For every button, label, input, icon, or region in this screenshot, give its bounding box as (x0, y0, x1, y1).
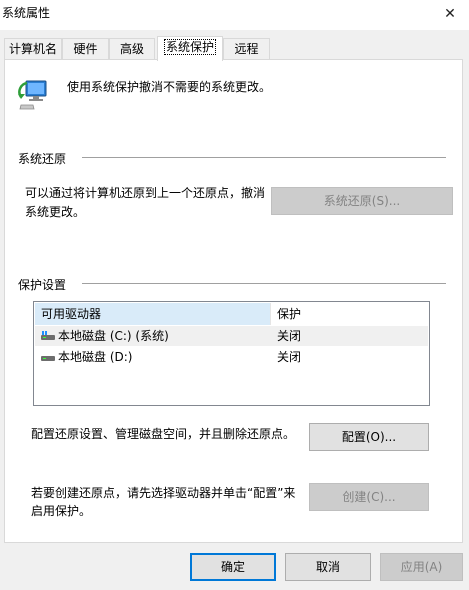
drive-name: 本地磁盘 (D:) (58, 350, 133, 364)
tab-advanced[interactable]: 高级 (109, 38, 155, 60)
configure-description: 配置还原设置、管理磁盘空间，并且删除还原点。 (31, 427, 296, 441)
column-header-protection[interactable]: 保护 (271, 303, 428, 325)
system-restore-description-line1: 可以通过将计算机还原到上一个还原点，撤消 (25, 186, 266, 200)
intro-text: 使用系统保护撤消不需要的系统更改。 (67, 80, 272, 94)
tab-label: 计算机名 (8, 42, 57, 56)
title-bar: 系统属性 ✕ (0, 0, 469, 30)
configure-button-label: 配置(O)... (341, 430, 397, 444)
drive-icon (41, 352, 55, 362)
drive-list[interactable]: 可用驱动器 保护 本地磁盘 (C:) (系统) 关闭 本地磁盘 (D:) 关闭 (33, 301, 430, 406)
ok-button-label: 确定 (220, 560, 245, 574)
cancel-button[interactable]: 取消 (285, 553, 371, 581)
apply-button[interactable]: 应用(A) (380, 553, 463, 581)
drive-led (43, 358, 46, 359)
drive-row-d[interactable]: 本地磁盘 (D:) 关闭 (35, 347, 428, 367)
protection-settings-heading: 保护设置 (18, 278, 67, 292)
tab-label: 系统保护 (163, 39, 217, 55)
create-description-line2: 启用保护。 (31, 504, 92, 518)
drive-name: 本地磁盘 (C:) (系统) (58, 329, 169, 343)
system-restore-heading: 系统还原 (18, 152, 67, 166)
tab-label: 远程 (234, 42, 259, 56)
system-restore-button-label: 系统还原(S)... (323, 194, 401, 208)
system-protection-icon (18, 80, 47, 110)
tab-system-protection[interactable]: 系统保护 (157, 36, 223, 61)
drive-protection-status: 关闭 (277, 350, 302, 364)
drive-row-c[interactable]: 本地磁盘 (C:) (系统) 关闭 (35, 326, 428, 346)
system-restore-description-line2: 系统更改。 (25, 205, 86, 219)
system-drive-icon (41, 331, 55, 341)
drive-led (43, 337, 46, 338)
tab-hardware[interactable]: 硬件 (62, 38, 109, 60)
window-title: 系统属性 (2, 6, 51, 20)
apply-button-label: 应用(A) (400, 560, 443, 574)
protection-settings-separator (82, 283, 446, 284)
tab-panel: 使用系统保护撤消不需要的系统更改。 系统还原 可以通过将计算机还原到上一个还原点… (4, 59, 463, 543)
tab-label: 硬件 (73, 42, 98, 56)
ok-button[interactable]: 确定 (190, 553, 276, 581)
tab-remote[interactable]: 远程 (223, 38, 270, 60)
drive-row-name: 本地磁盘 (C:) (系统) (41, 326, 169, 346)
create-button[interactable]: 创建(C)... (309, 483, 429, 511)
system-restore-button[interactable]: 系统还原(S)... (271, 187, 453, 215)
system-restore-separator (82, 157, 446, 158)
column-header-drives[interactable]: 可用驱动器 (35, 303, 270, 325)
tab-computer-name[interactable]: 计算机名 (4, 38, 62, 60)
drive-row-name: 本地磁盘 (D:) (41, 347, 132, 367)
close-icon[interactable]: ✕ (431, 0, 469, 28)
configure-button[interactable]: 配置(O)... (309, 423, 429, 451)
tab-label: 高级 (119, 42, 144, 56)
drive-list-header: 可用驱动器 保护 (35, 303, 428, 325)
create-description-line1: 若要创建还原点，请先选择驱动器并单击“配置”来 (31, 486, 296, 500)
cancel-button-label: 取消 (315, 560, 340, 574)
create-button-label: 创建(C)... (342, 490, 396, 504)
drive-protection-status: 关闭 (277, 329, 302, 343)
